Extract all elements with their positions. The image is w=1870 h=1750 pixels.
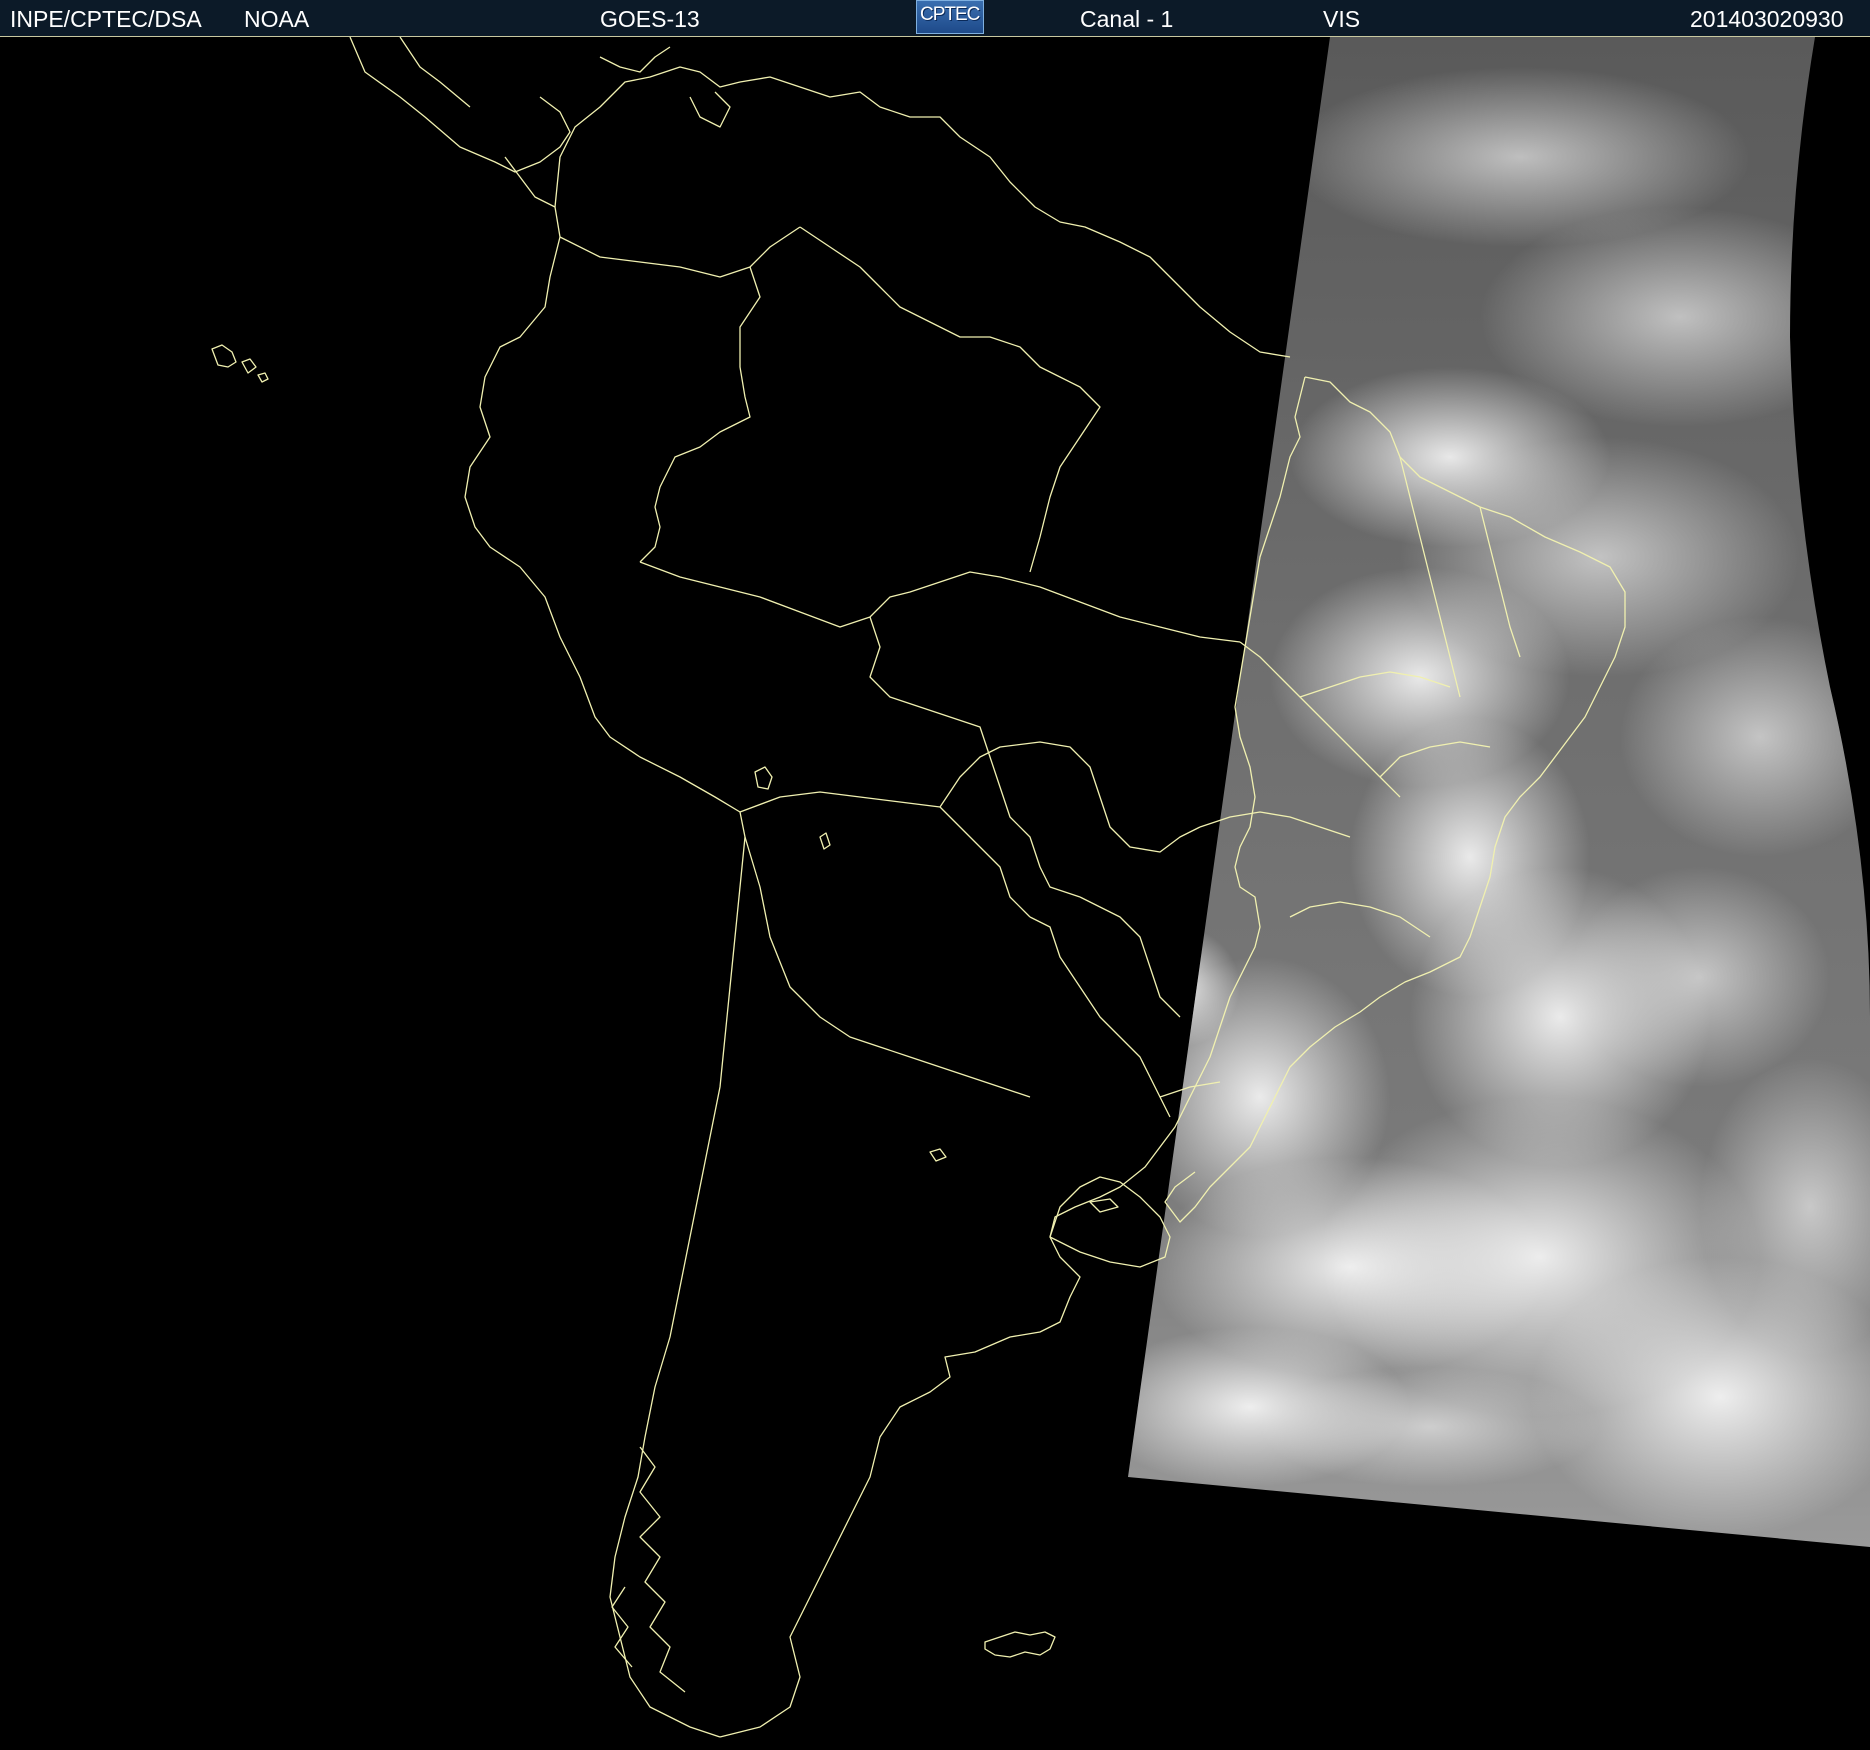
west-coast bbox=[464, 206, 746, 1738]
country-borders bbox=[559, 226, 801, 278]
timestamp-label: 201403020930 bbox=[1690, 6, 1844, 32]
image-header: INPE/CPTEC/DSA NOAA GOES-13 CPTEC Canal … bbox=[0, 0, 1870, 37]
north-coast bbox=[554, 66, 1291, 358]
falklands-islands bbox=[984, 1631, 1056, 1658]
cloud-imagery-swath bbox=[1128, 37, 1870, 1547]
provider-label: NOAA bbox=[244, 6, 310, 32]
logo-text: CPTEC bbox=[920, 4, 980, 25]
band-label: VIS bbox=[1323, 6, 1361, 32]
agency-label: INPE/CPTEC/DSA bbox=[10, 6, 202, 32]
map-canvas bbox=[211, 37, 1870, 1738]
lake-titicaca bbox=[754, 766, 773, 790]
channel-label: Canal - 1 bbox=[1080, 6, 1174, 32]
satellite-map bbox=[0, 37, 1870, 1750]
cptec-logo: CPTEC bbox=[916, 0, 984, 34]
central-america-coast bbox=[349, 37, 571, 173]
satellite-label: GOES-13 bbox=[600, 6, 700, 32]
galapagos-islands bbox=[211, 344, 269, 383]
